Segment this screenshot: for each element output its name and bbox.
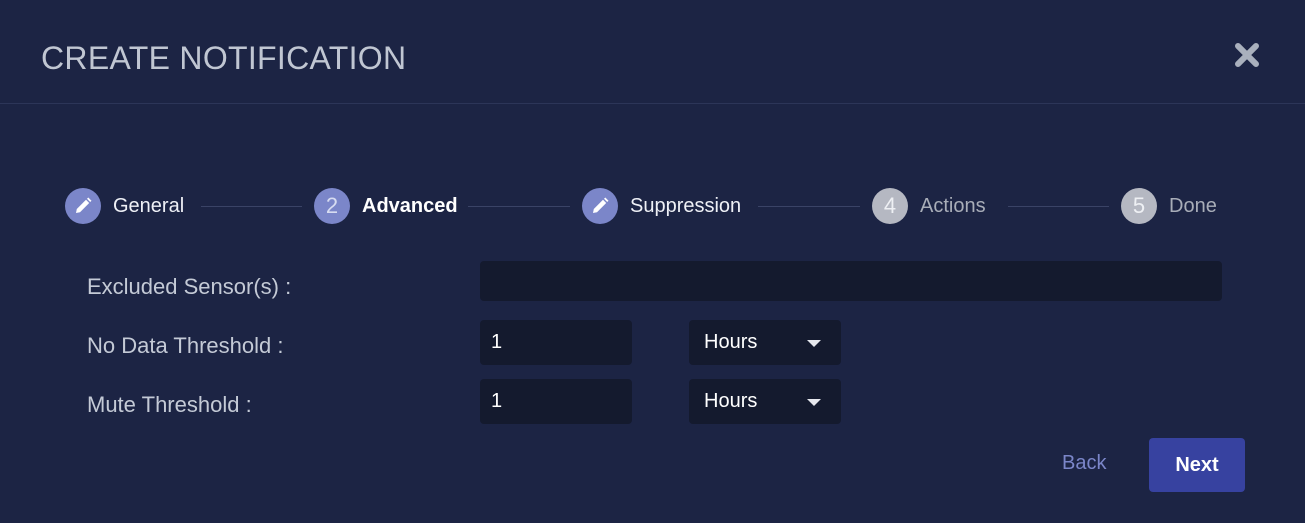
excluded-sensors-label: Excluded Sensor(s) : [87, 274, 292, 299]
pencil-icon [593, 197, 609, 213]
next-button[interactable]: Next [1149, 438, 1245, 492]
chevron-down-icon [807, 339, 821, 347]
step-general-label: General [113, 194, 185, 217]
mute-threshold-label: Mute Threshold : [87, 392, 252, 417]
step-advanced-label: Advanced [362, 194, 458, 217]
step-connector [758, 206, 860, 207]
step-suppression-indicator [582, 188, 618, 224]
no-data-threshold-input[interactable]: 1 [480, 320, 632, 365]
step-done[interactable]: 5 Done [1121, 188, 1217, 224]
step-done-label: Done [1169, 194, 1217, 217]
stepper: General 2 Advanced Suppression 4 Actions… [0, 188, 1305, 226]
pencil-icon [76, 197, 92, 213]
dialog-title: CREATE NOTIFICATION [41, 40, 407, 76]
step-general[interactable]: General [65, 188, 184, 224]
step-actions-label: Actions [920, 194, 986, 217]
step-actions[interactable]: 4 Actions [872, 188, 986, 224]
no-data-threshold-unit-select[interactable]: Hours [689, 320, 841, 365]
step-connector [1008, 206, 1109, 207]
mute-threshold-input[interactable]: 1 [480, 379, 632, 424]
excluded-sensors-input[interactable] [480, 261, 1222, 301]
chevron-down-icon [807, 398, 821, 406]
step-suppression-label: Suppression [630, 194, 742, 217]
close-x-icon [1235, 43, 1259, 67]
step-connector [201, 206, 302, 207]
mute-threshold-unit-select[interactable]: Hours [689, 379, 841, 424]
mute-threshold-unit-value: Hours [704, 390, 758, 412]
step-general-indicator [65, 188, 101, 224]
step-advanced[interactable]: 2 Advanced [314, 188, 458, 224]
dialog-header: CREATE NOTIFICATION [0, 0, 1305, 104]
no-data-threshold-label: No Data Threshold : [87, 333, 284, 358]
step-actions-number: 4 [872, 188, 908, 224]
step-connector [468, 206, 570, 207]
close-button[interactable] [1232, 40, 1262, 70]
step-advanced-number: 2 [314, 188, 350, 224]
back-button[interactable]: Back [1062, 452, 1106, 475]
step-done-number: 5 [1121, 188, 1157, 224]
no-data-threshold-unit-value: Hours [704, 331, 758, 353]
step-suppression[interactable]: Suppression [582, 188, 741, 224]
